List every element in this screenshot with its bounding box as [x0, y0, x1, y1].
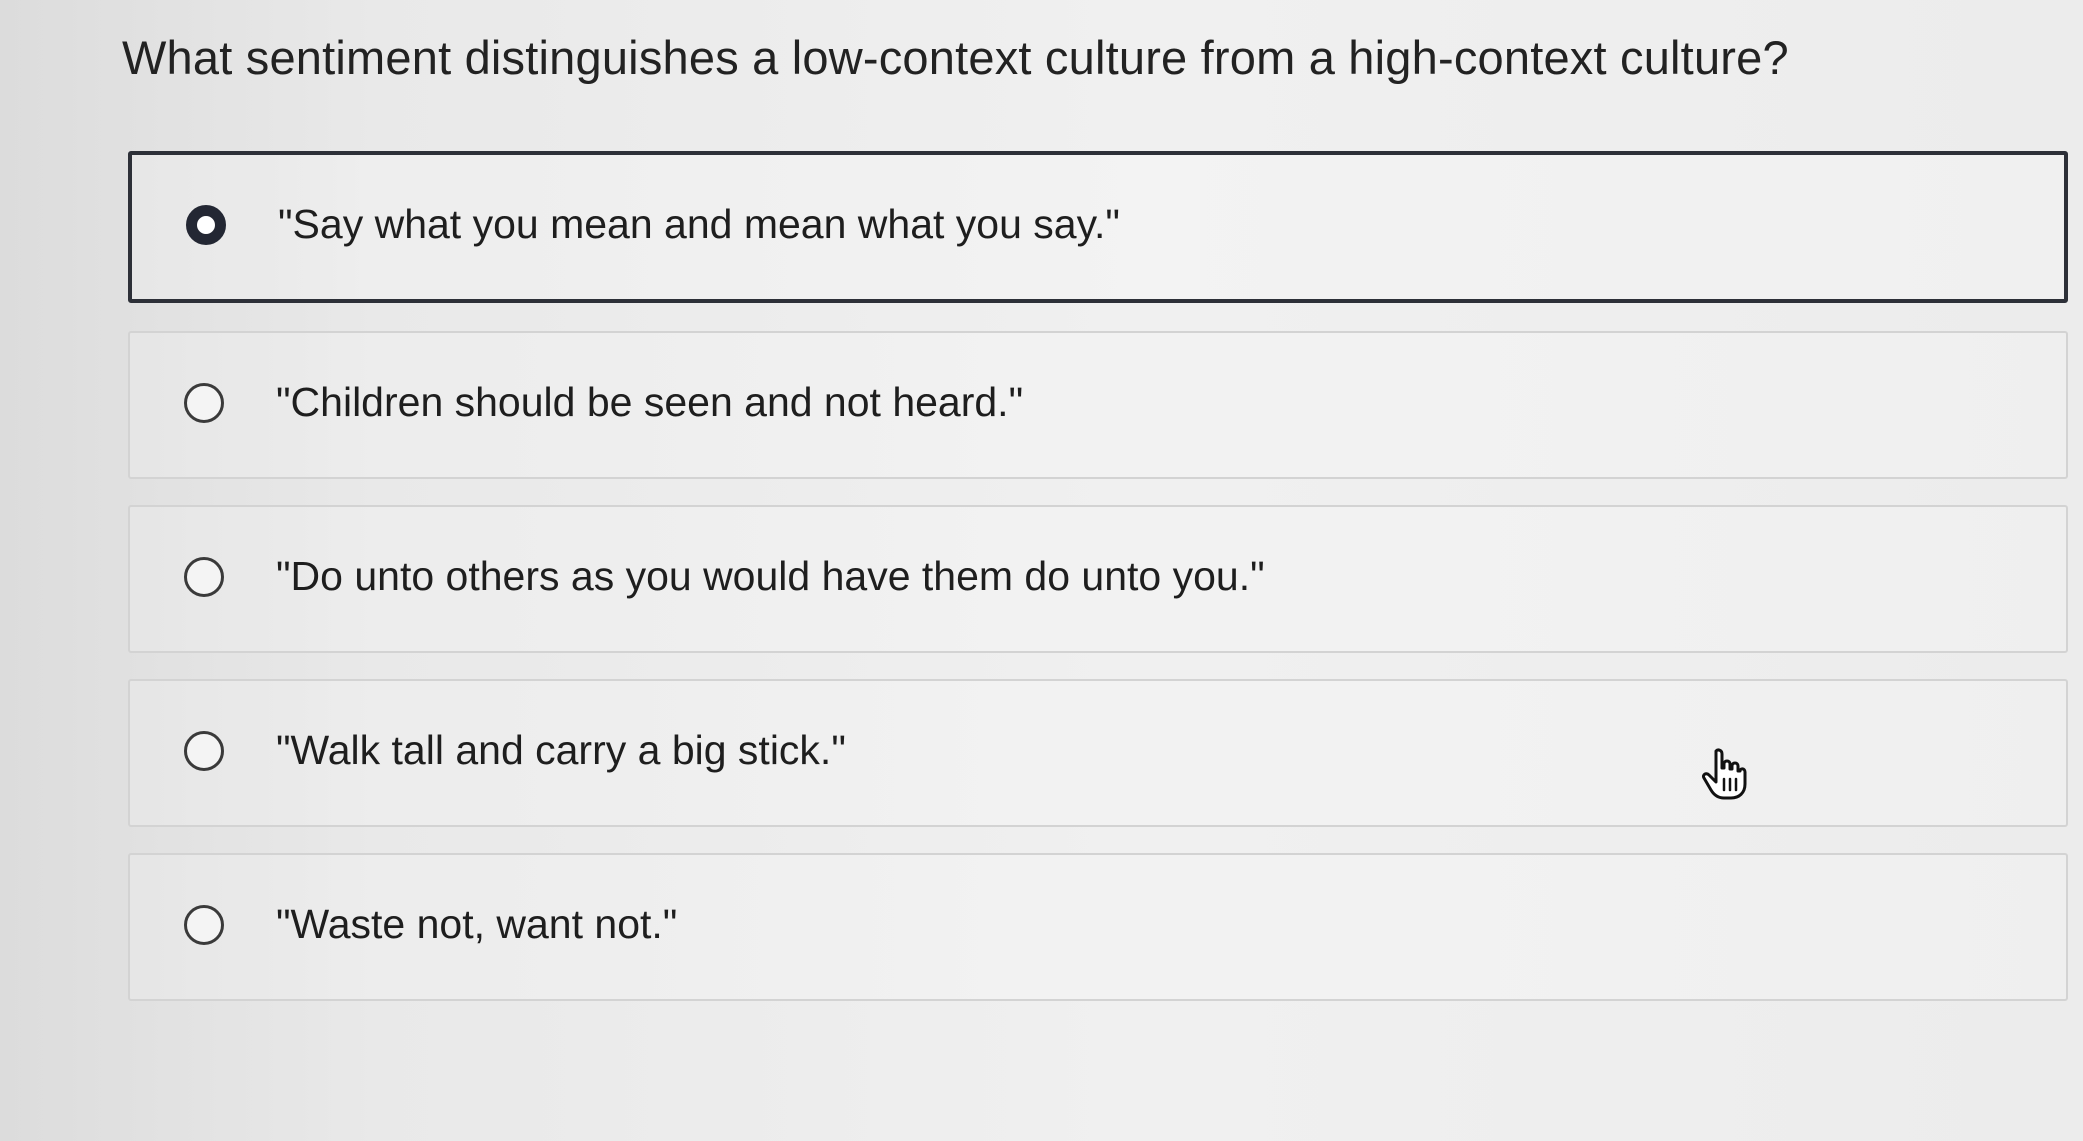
answer-option-5[interactable]: "Waste not, want not." — [128, 853, 2068, 1001]
answer-option-label: "Waste not, want not." — [276, 901, 678, 947]
radio-unselected-icon[interactable] — [184, 383, 224, 423]
answer-option-2[interactable]: "Children should be seen and not heard." — [128, 331, 2068, 479]
radio-unselected-icon[interactable] — [184, 557, 224, 597]
answer-options: "Say what you mean and mean what you say… — [128, 151, 2068, 1027]
radio-unselected-icon[interactable] — [184, 731, 224, 771]
quiz-page: What sentiment distinguishes a low-conte… — [0, 0, 2083, 1141]
answer-option-label: "Children should be seen and not heard." — [276, 379, 1024, 425]
answer-option-1[interactable]: "Say what you mean and mean what you say… — [128, 151, 2068, 303]
radio-unselected-icon[interactable] — [184, 905, 224, 945]
hand-pointer-icon — [1702, 748, 1747, 800]
answer-option-label: "Do unto others as you would have them d… — [276, 553, 1265, 599]
answer-option-label: "Walk tall and carry a big stick." — [276, 727, 846, 773]
answer-option-3[interactable]: "Do unto others as you would have them d… — [128, 505, 2068, 653]
answer-option-label: "Say what you mean and mean what you say… — [278, 201, 1120, 247]
question-text: What sentiment distinguishes a low-conte… — [122, 31, 1789, 84]
answer-option-4[interactable]: "Walk tall and carry a big stick." — [128, 679, 2068, 827]
radio-selected-icon[interactable] — [186, 205, 226, 245]
